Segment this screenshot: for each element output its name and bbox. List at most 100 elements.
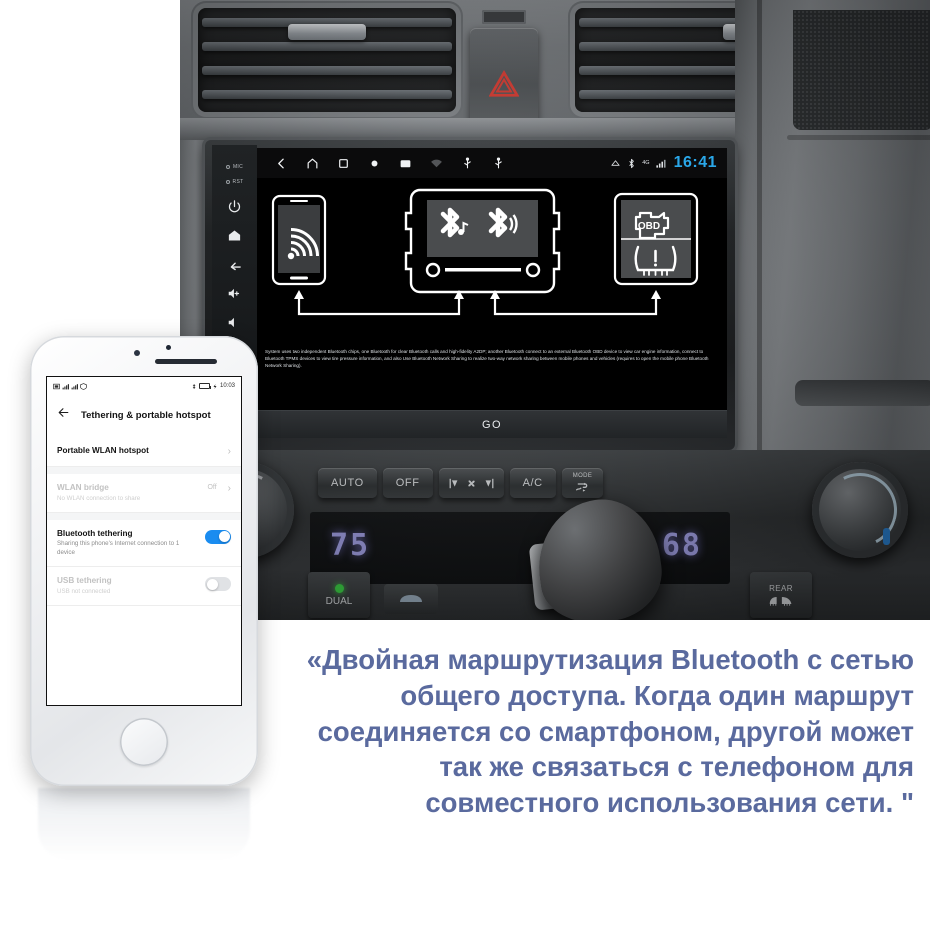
nav-usb2-icon[interactable] [492, 157, 505, 170]
navigation-icon-row [275, 157, 505, 170]
diagram-description-text: System uses two independent Bluetooth ch… [265, 349, 709, 369]
rear-button-label: REAR [769, 583, 793, 593]
diagram-smartphone [271, 194, 327, 286]
climate-control-panel: AUTO OFF A/C MODE 75 68 DUAL REAR [180, 450, 930, 620]
nav-home-icon[interactable] [306, 157, 319, 170]
row-subtitle: USB not connected [57, 587, 111, 595]
rear-defrost-icon [769, 596, 792, 606]
status-clock: 16:41 [673, 154, 717, 171]
phone-settings-list: Portable WLAN hotspot › WLAN bridge No W… [47, 437, 241, 606]
diagram-head-unit [404, 188, 561, 294]
go-button[interactable]: GO [257, 410, 727, 438]
list-item-wlan-bridge[interactable]: WLAN bridge No WLAN connection to share … [47, 474, 241, 513]
android-status-bar: 4G 16:41 [257, 148, 727, 178]
ac-button-label: A/C [522, 477, 543, 489]
russian-caption: «Двойная маршрутизация Bluetooth с сетью… [306, 644, 914, 818]
air-vent-left [198, 8, 456, 112]
list-group-separator [47, 512, 241, 520]
volume-up-icon [228, 288, 240, 299]
rear-defrost-button[interactable]: REAR [750, 572, 812, 618]
head-unit-screen[interactable]: 4G 16:41 OBD System uses two independent… [257, 148, 727, 438]
fan-speed-button[interactable] [438, 468, 504, 498]
home-icon [228, 230, 241, 241]
list-item-usb-tethering[interactable]: USB tethering USB not connected [47, 567, 241, 606]
phone-page-title: Tethering & portable hotspot [81, 409, 211, 421]
off-button-label: OFF [395, 477, 420, 489]
dashboard-speaker-grille [793, 10, 930, 130]
back-icon [230, 262, 241, 271]
status-right-cluster: 4G 16:41 [610, 154, 717, 172]
off-button[interactable]: OFF [382, 468, 433, 498]
glovebox-handle[interactable] [795, 380, 930, 406]
list-item-bluetooth-tethering[interactable]: Bluetooth tethering Sharing this phone's… [47, 519, 241, 568]
front-camera-icon [134, 350, 140, 356]
back-button[interactable] [227, 257, 242, 272]
diagram-connector-arrows [297, 296, 658, 316]
row-value: Off [207, 484, 217, 491]
row-title: Portable WLAN hotspot [57, 446, 149, 455]
nav-recents-icon[interactable] [337, 157, 350, 170]
row-title: WLAN bridge [57, 483, 109, 492]
charging-icon [213, 383, 217, 389]
chevron-right-icon: › [227, 446, 231, 457]
earpiece-speaker [155, 359, 217, 364]
bluetooth-tethering-toggle[interactable] [205, 529, 231, 544]
volume-up-button[interactable] [227, 286, 242, 301]
sim-icon [53, 383, 60, 389]
nav-back-icon[interactable] [275, 157, 288, 170]
fan-blades-icon [467, 479, 475, 487]
volume-down-button[interactable] [227, 315, 242, 330]
go-button-label: GO [481, 418, 503, 431]
row-title: Bluetooth tethering [57, 528, 133, 538]
page-root: MIC RST 4G 16:41 OBD System uses two ind… [0, 0, 930, 948]
power-button[interactable] [227, 199, 242, 214]
mode-button-label: MODE [572, 473, 593, 479]
nav-wifi-icon[interactable] [430, 157, 443, 170]
phone-clock: 10:03 [219, 383, 235, 389]
list-group-separator [47, 467, 241, 474]
phone-status-bar: 10:03 [47, 377, 241, 395]
bluetooth-routing-diagram: OBD [257, 178, 727, 346]
battery-icon [198, 383, 212, 389]
driver-temp-value: 75 [330, 528, 371, 563]
passenger-temperature-knob[interactable] [812, 462, 908, 558]
row-subtitle: No WLAN connection to share [57, 494, 141, 502]
mic-label: MIC [232, 164, 244, 170]
shield-icon [80, 382, 87, 390]
dual-button[interactable]: DUAL [308, 572, 370, 618]
fan-increase-icon [485, 478, 493, 488]
vent-direction-tab[interactable] [288, 24, 366, 40]
recirculation-icon [400, 595, 422, 602]
back-arrow-icon[interactable] [57, 406, 70, 424]
volume-down-icon [228, 317, 234, 328]
eject-icon [610, 158, 621, 169]
reset-label: RST [232, 179, 244, 185]
car-dashboard-photo: MIC RST 4G 16:41 OBD System uses two ind… [180, 0, 930, 620]
nav-screenshot-icon[interactable] [399, 157, 412, 170]
phone-home-button[interactable] [120, 718, 168, 766]
climate-lower-row: DUAL REAR [180, 572, 930, 620]
home-button[interactable] [227, 228, 242, 243]
nav-usb-icon[interactable] [461, 157, 474, 170]
network-type-label: 4G [642, 160, 650, 166]
power-icon [228, 200, 241, 213]
diagram-svg: OBD [271, 188, 699, 316]
auto-button-label: AUTO [331, 477, 364, 489]
phone-screen[interactable]: 10:03 Tethering & portable hotspot Porta… [46, 376, 242, 706]
proximity-sensor-icon [166, 345, 171, 350]
hazard-triangle-icon [489, 70, 519, 97]
fan-decrease-icon [449, 478, 457, 488]
usb-tethering-toggle[interactable] [205, 577, 231, 592]
auto-button[interactable]: AUTO [318, 468, 377, 498]
reset-hole-icon [225, 180, 230, 184]
chevron-right-icon: › [227, 483, 231, 494]
dual-button-label: DUAL [325, 595, 353, 607]
list-item-portable-wlan-hotspot[interactable]: Portable WLAN hotspot › [47, 437, 241, 467]
obd-text: OBD [638, 221, 660, 232]
status-left-icons [53, 382, 87, 390]
phone-app-bar: Tethering & portable hotspot [47, 395, 241, 437]
recirculation-button[interactable] [384, 584, 438, 614]
bluetooth-icon [192, 383, 196, 389]
row-subtitle: Sharing this phone's Internet connection… [57, 540, 180, 556]
nav-circle-icon[interactable] [368, 157, 381, 170]
